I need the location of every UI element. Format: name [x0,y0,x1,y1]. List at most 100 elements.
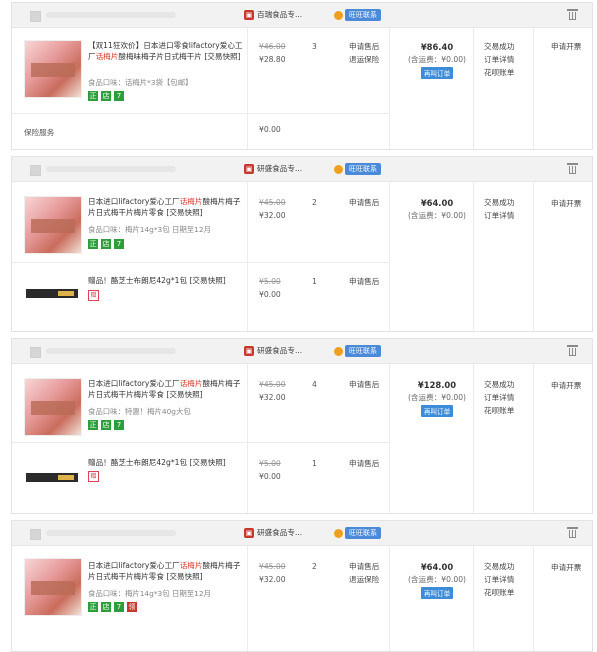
product-title[interactable]: 日本进口lifactory爱心工厂话梅片酸梅片梅子片日式梅干片梅片零食 [交易快… [88,196,246,218]
shipping-note: (含运费：¥0.00) [407,393,467,402]
trash-icon[interactable] [567,9,578,21]
shop-link[interactable]: ▣ 百瑞食品专... [244,9,302,20]
tag-seven-day: 7 [114,239,124,249]
order-item: 赠品！酪芝士布朗尼42g*1包 [交易快照] 赠 ¥5.00 ¥0.00 1 申… [12,443,389,513]
order-detail-link[interactable]: 订单详情 [484,391,514,404]
product-thumbnail[interactable] [24,558,82,616]
product-attribute: 食品口味：特惠！梅片40g大包 [88,407,191,416]
original-price: ¥5.00 [259,277,281,286]
order-checkbox[interactable] [30,347,41,358]
order-checkbox[interactable] [30,165,41,176]
service-tags: 正 店 7 [88,420,124,430]
reorder-link[interactable]: 再叫订单 [420,405,454,417]
shop-link[interactable]: ▣ 研盛食品专... [244,527,302,538]
huabei-bill-link[interactable]: 花呗账单 [484,404,514,417]
huabei-bill-link[interactable]: 花呗账单 [484,66,514,79]
total-amount: ¥64.00 [420,198,454,208]
invoice-link[interactable]: 申请开票 [551,380,581,391]
product-thumbnail[interactable] [24,263,80,319]
order-header: ▣ 研盛食品专... 旺旺联系 [12,521,592,546]
trash-icon[interactable] [567,527,578,539]
item-services: 申请售后 退运保险 [349,40,379,66]
order-total: ¥86.40 (含运费：¥0.00) 再叫订单 [402,40,472,79]
order-item: 赠品！酪芝士布朗尼42g*1包 [交易快照] 赠 ¥5.00 ¥0.00 1 申… [12,263,389,331]
order-detail-link[interactable]: 订单详情 [484,209,514,222]
order-detail-link[interactable]: 订单详情 [484,53,514,66]
shop-link[interactable]: ▣ 研盛食品专... [244,345,302,356]
shop-name[interactable]: 研盛食品专... [257,527,302,538]
after-sale-link[interactable]: 申请售后 [349,196,379,209]
order-status: 交易成功 订单详情 花呗账单 [484,378,514,417]
tag-shop: 店 [101,602,111,612]
after-sale-link[interactable]: 申请售后 [349,560,379,573]
order-status: 交易成功 订单详情 花呗账单 [484,560,514,599]
product-title[interactable]: 日本进口lifactory爱心工厂话梅片酸梅片梅子片日式梅干片梅片零食 [交易快… [88,378,246,400]
product-thumbnail[interactable] [24,447,80,503]
shop-name[interactable]: 研盛食品专... [257,163,302,174]
unit-price: ¥0.00 [259,472,281,481]
after-sale-link[interactable]: 申请售后 [349,378,379,391]
reorder-link[interactable]: 再叫订单 [420,587,454,599]
service-tags: 正 店 7 [88,239,124,249]
return-insurance-link[interactable]: 退运保险 [349,53,379,66]
shop-name[interactable]: 百瑞食品专... [257,9,302,20]
chat-icon [334,528,343,538]
item-services: 申请售后 [349,378,379,391]
item-price: ¥45.00 ¥32.00 [259,560,286,586]
gift-icon: 赠 [88,471,99,482]
insurance-row: 保险服务 ¥0.00 [12,114,389,149]
insurance-value: ¥0.00 [259,125,281,134]
contact-label[interactable]: 旺旺联系 [345,163,381,175]
contact-seller-button[interactable]: 旺旺联系 [334,345,381,357]
tag-shop: 店 [101,239,111,249]
product-thumbnail[interactable] [24,40,82,98]
invoice-link[interactable]: 申请开票 [551,41,581,52]
product-attribute: 食品口味：话梅片*3袋【包邮】 [88,78,193,87]
column-divider [247,364,248,513]
service-tags: 正 店 7 领 [88,602,137,612]
order-meta [46,12,176,18]
product-title[interactable]: 赠品！酪芝士布朗尼42g*1包 [交易快照] [88,457,246,468]
after-sale-link[interactable]: 申请售后 [349,457,379,470]
trash-icon[interactable] [567,345,578,357]
order-item: 日本进口lifactory爱心工厂话梅片酸梅片梅子片日式梅干片梅片零食 [交易快… [12,546,389,650]
contact-label[interactable]: 旺旺联系 [345,345,381,357]
product-thumbnail[interactable] [24,378,82,436]
item-price: ¥5.00 ¥0.00 [259,457,281,483]
item-services: 申请售后 [349,275,379,288]
unit-price: ¥32.00 [259,393,286,402]
order-checkbox[interactable] [30,11,41,22]
chat-icon [334,346,343,356]
status-text: 交易成功 [484,562,515,571]
item-price: ¥45.00 ¥32.00 [259,378,286,404]
item-price: ¥46.00 ¥28.80 [259,40,286,66]
order-checkbox[interactable] [30,529,41,540]
trash-icon[interactable] [567,163,578,175]
invoice-link[interactable]: 申请开票 [551,562,581,573]
order-body: 日本进口lifactory爱心工厂话梅片酸梅片梅子片日式梅干片梅片零食 [交易快… [12,182,592,331]
order-detail-link[interactable]: 订单详情 [484,573,514,586]
contact-seller-button[interactable]: 旺旺联系 [334,163,381,175]
after-sale-link[interactable]: 申请售后 [349,275,379,288]
contact-seller-button[interactable]: 旺旺联系 [334,527,381,539]
after-sale-link[interactable]: 申请售后 [349,40,379,53]
contact-label[interactable]: 旺旺联系 [345,527,381,539]
contact-seller-button[interactable]: 旺旺联系 [334,9,381,21]
return-insurance-link[interactable]: 退运保险 [349,573,379,586]
shop-link[interactable]: ▣ 研盛食品专... [244,163,302,174]
shipping-note: (含运费：¥0.00) [407,575,467,584]
tag-coupon: 领 [127,602,137,612]
shop-name[interactable]: 研盛食品专... [257,345,302,356]
order-header: ▣ 研盛食品专... 旺旺联系 [12,157,592,182]
product-title[interactable]: 【双11狂欢价】日本进口零食lifactory爱心工厂话梅片酸梅味梅子片日式梅干… [88,40,246,62]
reorder-link[interactable]: 再叫订单 [420,67,454,79]
huabei-bill-link[interactable]: 花呗账单 [484,586,514,599]
column-divider [389,182,390,331]
product-title[interactable]: 赠品！酪芝士布朗尼42g*1包 [交易快照] [88,275,246,286]
order-status: 交易成功 订单详情 [484,196,514,222]
invoice-link[interactable]: 申请开票 [551,198,581,209]
order-header: ▣ 研盛食品专... 旺旺联系 [12,339,592,364]
product-title[interactable]: 日本进口lifactory爱心工厂话梅片酸梅片梅子片日式梅干片梅片零食 [交易快… [88,560,246,582]
product-thumbnail[interactable] [24,196,82,254]
contact-label[interactable]: 旺旺联系 [345,9,381,21]
